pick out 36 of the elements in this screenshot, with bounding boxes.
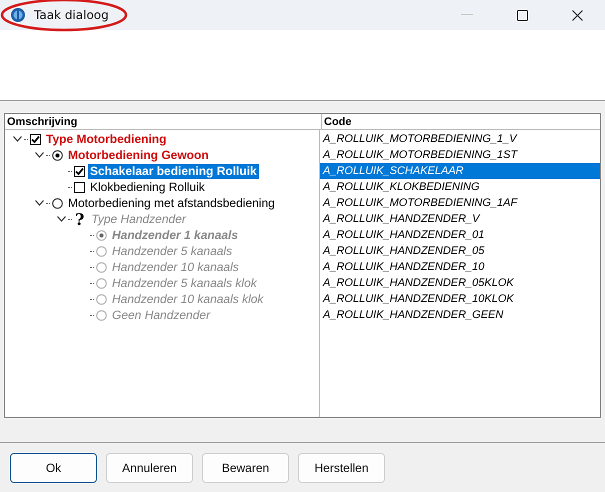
code-cell-text: A_ROLLUIK_MOTORBEDIENING_1_V — [322, 132, 518, 147]
code-cell-text: A_ROLLUIK_HANDZENDER_05 — [322, 244, 486, 259]
expand-caret-icon[interactable] — [13, 136, 22, 142]
window-title: Taak dialoog — [34, 8, 109, 22]
dialog-button[interactable]: Bewaren — [202, 452, 289, 482]
close-icon[interactable] — [572, 10, 583, 20]
radio-button[interactable] — [52, 198, 63, 208]
maximize-icon[interactable] — [517, 10, 528, 20]
checkbox[interactable] — [74, 182, 85, 192]
tree-item[interactable]: Schakelaar bediening Rolluik — [88, 164, 259, 178]
column-header[interactable]: Omschrijving — [5, 114, 322, 130]
code-cell-text: A_ROLLUIK_HANDZENDER_V — [322, 212, 482, 227]
column-header[interactable]: Code — [322, 114, 600, 130]
code-cell-text: A_ROLLUIK_HANDZENDER_05KLOK — [322, 276, 515, 291]
code-cell-text: A_ROLLUIK_KLOKBEDIENING — [322, 180, 481, 195]
tree-item[interactable]: Klokbediening Rolluik — [88, 180, 207, 194]
tree-item[interactable]: Type Motorbediening — [44, 132, 168, 146]
code-cell-text: A_ROLLUIK_HANDZENDER_10 — [322, 260, 486, 275]
code-cell-text: A_ROLLUIK_MOTORBEDIENING_1AF — [322, 196, 519, 211]
tree-item[interactable]: Motorbediening Gewoon — [66, 148, 211, 162]
tree-item[interactable]: Motorbediening met afstandsbediening — [66, 196, 277, 210]
dialog-button[interactable]: Annuleren — [106, 452, 193, 482]
code-cell-text: A_ROLLUIK_HANDZENDER_GEEN — [322, 308, 504, 323]
dialog-button[interactable]: Herstellen — [298, 452, 385, 482]
code-cell-text: A_ROLLUIK_HANDZENDER_01 — [322, 228, 486, 243]
code-cell-text: A_ROLLUIK_HANDZENDER_10KLOK — [322, 292, 515, 307]
code-cell: A_ROLLUIK_SCHAKELAAR — [320, 163, 600, 179]
checkbox[interactable] — [74, 166, 85, 176]
radio-button[interactable] — [52, 150, 63, 160]
expand-caret-icon[interactable] — [35, 152, 44, 158]
app-icon — [10, 7, 26, 23]
dialog-button[interactable]: Ok — [10, 452, 97, 482]
expand-caret-icon[interactable] — [35, 200, 44, 206]
checkbox[interactable] — [30, 134, 41, 144]
code-cell-text: A_ROLLUIK_MOTORBEDIENING_1ST — [322, 148, 519, 163]
question-mark: ? — [75, 210, 84, 228]
